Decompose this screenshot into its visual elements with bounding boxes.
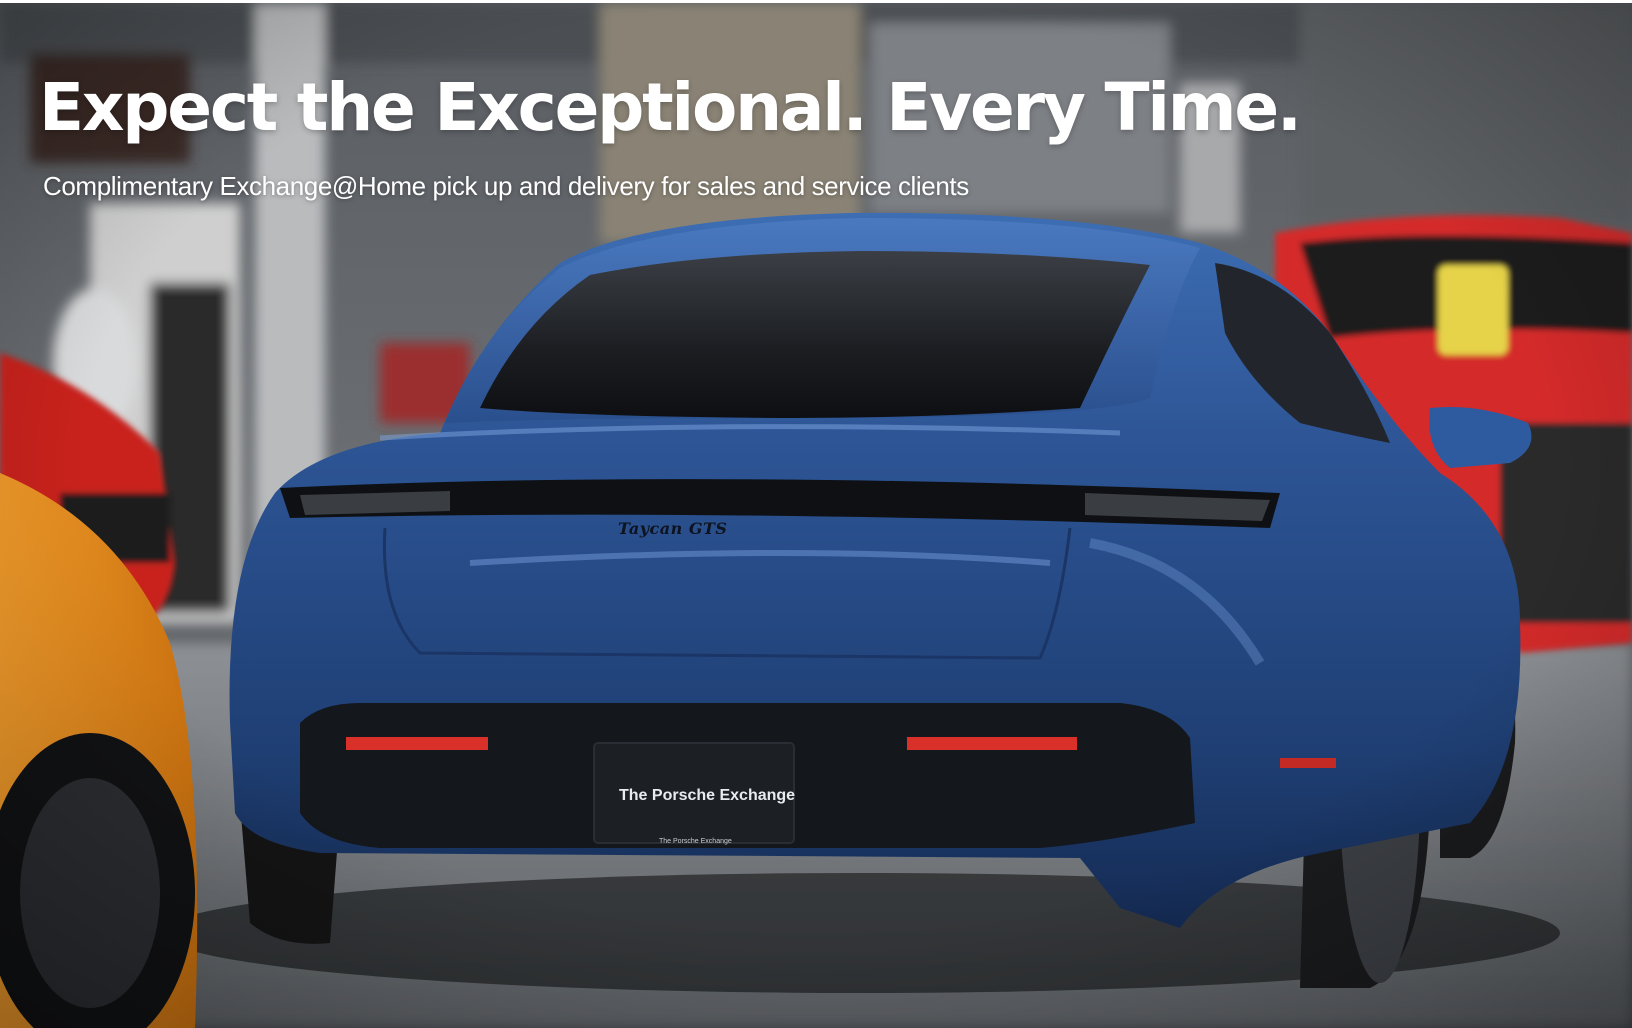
plate-small-text: The Porsche Exchange	[659, 838, 732, 845]
model-badge: Taycan GTS	[618, 519, 728, 538]
hero-image	[0, 3, 1632, 1028]
plate-text: The Porsche Exchange	[619, 787, 796, 804]
hero-subheadline: Complimentary Exchange@Home pick up and …	[43, 171, 969, 201]
hero-banner: Taycan GTS The Porsche Exchange The Pors…	[0, 3, 1632, 1028]
hero-headline: Expect the Exceptional. Every Time.	[39, 69, 1302, 146]
